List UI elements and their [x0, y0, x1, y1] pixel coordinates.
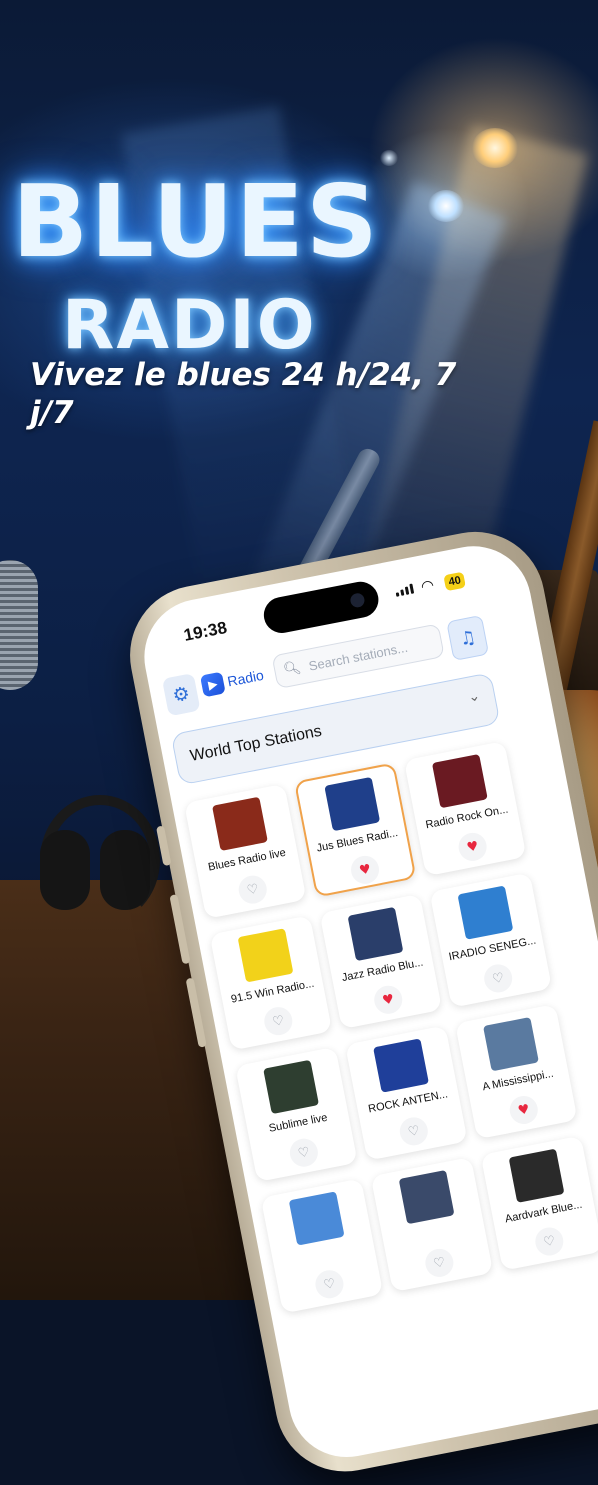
station-card[interactable]: A Mississippi... ♥: [454, 1004, 578, 1140]
station-artwork: [288, 1191, 345, 1246]
favorite-heart-button[interactable]: ♥: [371, 983, 405, 1017]
station-card[interactable]: Aardvark Blue... ♡: [480, 1135, 598, 1271]
battery-icon: 40: [443, 571, 467, 592]
stage-spotlight: [472, 128, 518, 168]
playlist-button[interactable]: ♫: [446, 614, 490, 662]
station-card[interactable]: ♡: [370, 1156, 494, 1293]
phone-mockup: 19:38 ◠ 40 ⚙ ▶ Radio 🔍︎ ♫: [118, 519, 598, 1484]
station-card[interactable]: IRADIO SENEG... ♡: [429, 872, 553, 1008]
station-artwork: [263, 1059, 320, 1115]
station-name: ROCK ANTEN...: [367, 1088, 449, 1116]
station-card[interactable]: 91.5 Win Radio... ♡: [209, 915, 333, 1051]
favorite-heart-button[interactable]: ♥: [456, 830, 490, 864]
station-card[interactable]: Jazz Radio Blu... ♥: [319, 893, 443, 1030]
station-name: Jus Blues Radi...: [315, 826, 399, 855]
station-artwork: [483, 1017, 539, 1072]
station-artwork: [237, 928, 294, 983]
headphone-cup: [100, 830, 150, 910]
station-card[interactable]: Sublime live ♡: [235, 1046, 358, 1183]
favorite-heart-button[interactable]: ♡: [261, 1004, 295, 1038]
settings-button[interactable]: ⚙: [161, 672, 201, 717]
category-dropdown-value: World Top Stations: [188, 722, 324, 765]
microphone: [0, 560, 38, 690]
heart-icon: ♡: [491, 969, 506, 987]
favorite-heart-button[interactable]: ♡: [236, 873, 270, 907]
headphone-cup: [40, 830, 90, 910]
heart-icon: ♥: [465, 838, 480, 856]
station-name: [276, 1240, 368, 1258]
favorite-heart-button[interactable]: ♡: [481, 961, 515, 995]
station-card[interactable]: Radio Rock On... ♥: [403, 740, 527, 877]
music-list-icon: ♫: [457, 626, 478, 650]
favorite-heart-button[interactable]: ♡: [313, 1267, 346, 1301]
station-artwork: [347, 906, 404, 962]
app-name: Radio: [226, 666, 266, 690]
favorite-heart-button[interactable]: ♡: [397, 1114, 431, 1148]
station-name: Jazz Radio Blu...: [340, 956, 425, 985]
gear-icon: ⚙: [170, 682, 192, 708]
heart-icon: ♡: [322, 1275, 337, 1293]
favorite-heart-button[interactable]: ♡: [532, 1225, 566, 1258]
station-name: 91.5 Win Radio...: [230, 977, 316, 1006]
heart-icon: ♥: [516, 1101, 531, 1119]
station-name: IRADIO SENEG...: [447, 934, 538, 964]
station-card[interactable]: Blues Radio live ♡: [183, 783, 307, 919]
station-name: [386, 1219, 478, 1237]
station-card[interactable]: Jus Blues Radi... ♥: [293, 762, 417, 898]
station-name: Aardvark Blue...: [504, 1198, 584, 1226]
station-card[interactable]: ROCK ANTEN... ♡: [345, 1025, 468, 1161]
heart-icon: ♡: [296, 1144, 312, 1162]
favorite-heart-button[interactable]: ♡: [287, 1136, 321, 1170]
camera-lens: [349, 592, 366, 609]
dynamic-island: [260, 578, 382, 637]
play-logo-icon: ▶: [199, 671, 226, 698]
heart-icon: ♡: [542, 1233, 557, 1250]
favorite-heart-button[interactable]: ♥: [507, 1093, 541, 1127]
heart-icon: ♥: [357, 861, 373, 879]
status-time: 19:38: [182, 617, 229, 645]
station-name: Blues Radio live: [207, 846, 287, 874]
favorite-heart-button[interactable]: ♡: [422, 1246, 456, 1280]
station-name: Radio Rock On...: [424, 803, 510, 832]
station-artwork: [398, 1169, 455, 1225]
favorite-heart-button[interactable]: ♥: [348, 853, 382, 887]
search-icon: 🔍︎: [282, 659, 303, 679]
station-artwork: [324, 776, 381, 832]
station-artwork: [373, 1038, 429, 1093]
search-input[interactable]: [305, 632, 441, 675]
stage-spotlight: [380, 150, 398, 166]
station-card[interactable]: ♡: [260, 1178, 384, 1314]
heart-icon: ♡: [245, 881, 260, 899]
chevron-down-icon: ⌄: [466, 687, 482, 706]
promo-tagline: Vivez le blues 24 h/24, 7 j/7: [30, 357, 457, 431]
wifi-icon: ◠: [419, 575, 436, 596]
heart-icon: ♡: [271, 1012, 286, 1030]
cellular-signal-icon: [395, 583, 415, 597]
station-name: A Mississippi...: [481, 1067, 555, 1094]
station-artwork: [212, 796, 268, 851]
app-logo: ▶ Radio: [199, 664, 266, 698]
stage-spotlight: [428, 190, 464, 222]
station-artwork: [508, 1148, 565, 1203]
heart-icon: ♡: [432, 1254, 447, 1272]
station-artwork: [457, 885, 514, 940]
logo-radio-text: RADIO: [62, 286, 317, 365]
heart-icon: ♡: [406, 1122, 421, 1140]
logo-blues-text: BLUES: [12, 163, 380, 280]
station-name: Sublime live: [267, 1111, 329, 1135]
station-artwork: [431, 753, 488, 809]
heart-icon: ♥: [381, 991, 396, 1009]
